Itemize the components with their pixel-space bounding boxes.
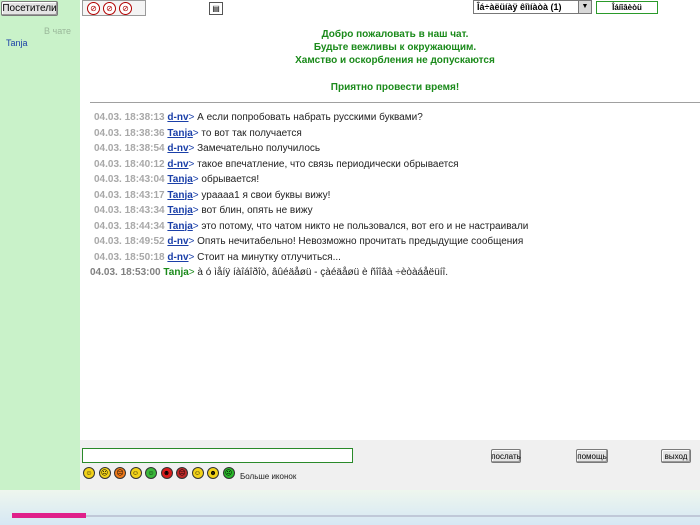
message-nick[interactable]: d-nv: [167, 112, 188, 123]
message-timestamp: 04.03. 18:43:04: [94, 174, 165, 185]
message-timestamp: 04.03. 18:53:00: [90, 267, 161, 278]
message-text: обрывается!: [201, 174, 260, 185]
welcome-line: Будьте вежливы к окружающим.: [313, 42, 477, 53]
message-timestamp: 04.03. 18:40:12: [94, 158, 165, 170]
message-text: такое впечатление, что связь периодическ…: [197, 158, 459, 170]
message-text: Стоит на минутку отлучиться...: [197, 251, 341, 263]
block-icon[interactable]: ⊘: [119, 2, 132, 15]
message-timestamp: 04.03. 18:44:34: [94, 220, 165, 232]
grin-icon[interactable]: ☺: [129, 467, 142, 479]
no-entry-icon[interactable]: ⊘: [87, 2, 100, 15]
message-nick[interactable]: Tanja: [167, 190, 192, 201]
message-nick[interactable]: Tanja: [167, 174, 192, 185]
message-text: Замечательно получилось: [197, 143, 321, 154]
exit-button[interactable]: выход: [661, 449, 691, 463]
message-row: 04.03. 18:43:04 Tanja> обрывается!: [94, 174, 260, 185]
notepad-icon[interactable]: ▤: [209, 2, 223, 15]
tool-strip: ⊘ ⊘ ⊘ ▤: [82, 0, 223, 16]
message-nick[interactable]: Tanja: [167, 128, 192, 139]
message-row: 04.03. 18:53:00 Tanja> à ó ìåíÿ íàîáîðîò…: [90, 267, 449, 278]
message-timestamp: 04.03. 18:38:54: [94, 143, 165, 154]
message-nick[interactable]: d-nv: [167, 159, 188, 170]
sick-icon[interactable]: ☹: [222, 467, 235, 479]
taskbar-line: [86, 515, 700, 517]
message-timestamp: 04.03. 18:38:13: [94, 112, 165, 123]
message-nick[interactable]: Tanja: [163, 267, 188, 278]
message-text: урaaaa1 я свои буквы вижу!: [201, 189, 331, 201]
room-select-value: Îá÷àëüíàÿ êîìíàòà (1): [477, 2, 562, 12]
message-row: 04.03. 18:38:13 d-nv> А если попробовать…: [94, 112, 423, 123]
room-select[interactable]: Îá÷àëüíàÿ êîìíàòà (1) ▼: [473, 0, 592, 14]
welcome-line: Приятно провести время!: [330, 82, 460, 93]
message-row: 04.03. 18:40:12 d-nv> такое впечатление,…: [94, 158, 459, 170]
message-row: 04.03. 18:38:36 Tanja> то вот так получа…: [94, 127, 302, 139]
message-nick[interactable]: d-nv: [167, 143, 188, 154]
message-row: 04.03. 18:50:18 d-nv> Стоит на минутку о…: [94, 251, 341, 263]
chevron-down-icon[interactable]: ▼: [578, 1, 591, 13]
mad-icon[interactable]: ☹: [176, 467, 188, 479]
message-row: 04.03. 18:43:34 Tanja> вот блин, опять н…: [94, 205, 313, 216]
message-timestamp: 04.03. 18:43:34: [94, 205, 165, 216]
message-nick[interactable]: Tanja: [167, 205, 192, 216]
angry-icon[interactable]: ☹: [114, 467, 126, 479]
message-timestamp: 04.03. 18:50:18: [94, 251, 165, 263]
message-text: вот блин, опять не вижу: [201, 205, 313, 216]
message-input[interactable]: [82, 448, 353, 463]
in-chat-label: В чате: [44, 26, 72, 36]
message-nick[interactable]: Tanja: [167, 221, 192, 232]
no-smoking-icon[interactable]: ⊘: [103, 2, 116, 15]
wink-icon[interactable]: ☺: [191, 467, 204, 479]
visitors-button[interactable]: Посетители: [1, 1, 58, 16]
taskbar-progress: [12, 513, 86, 518]
welcome-line: Добро пожаловать в наш чат.: [321, 29, 469, 40]
message-timestamp: 04.03. 18:43:17: [94, 189, 165, 201]
divider: [90, 102, 700, 103]
message-row: 04.03. 18:43:17 Tanja> урaaaa1 я свои бу…: [94, 189, 331, 201]
message-nick[interactable]: d-nv: [167, 236, 188, 247]
message-row: 04.03. 18:49:52 d-nv> Опять нечитабельно…: [94, 236, 524, 247]
message-text: Опять нечитабельно! Невозможно прочитать…: [197, 236, 524, 247]
devil-icon[interactable]: ☻: [160, 467, 173, 479]
message-row: 04.03. 18:44:34 Tanja> это потому, что ч…: [94, 220, 529, 232]
message-text: à ó ìåíÿ íàîáîðîò, âûéäåøü - çàéäåøü è ñ…: [197, 267, 449, 278]
message-timestamp: 04.03. 18:38:36: [94, 127, 165, 139]
smile-icon[interactable]: ☺: [83, 467, 95, 479]
message-text: то вот так получается: [201, 127, 302, 139]
cool-icon[interactable]: ☻: [207, 467, 219, 479]
message-nick[interactable]: d-nv: [167, 252, 188, 263]
tongue-icon[interactable]: ☺: [145, 467, 157, 479]
message-timestamp: 04.03. 18:49:52: [94, 236, 165, 247]
user-list-item[interactable]: Tanja: [6, 38, 28, 48]
welcome-line: Хамство и оскорбления не допускаются: [295, 55, 495, 66]
message-text: это потому, что чатом никто не пользовал…: [201, 220, 529, 232]
sad-icon[interactable]: ☹: [98, 467, 111, 479]
help-button[interactable]: помощь: [576, 449, 608, 463]
message-row: 04.03. 18:38:54 d-nv> Замечательно получ…: [94, 143, 321, 154]
refresh-button[interactable]: Îáíîâèòü: [596, 1, 658, 14]
user-list-panel: [0, 0, 80, 490]
taskbar: [0, 490, 700, 525]
message-text: А если попробовать набрать русскими букв…: [197, 112, 423, 123]
send-button[interactable]: послать: [491, 449, 521, 463]
more-icons-link[interactable]: Больше иконок: [240, 472, 296, 481]
